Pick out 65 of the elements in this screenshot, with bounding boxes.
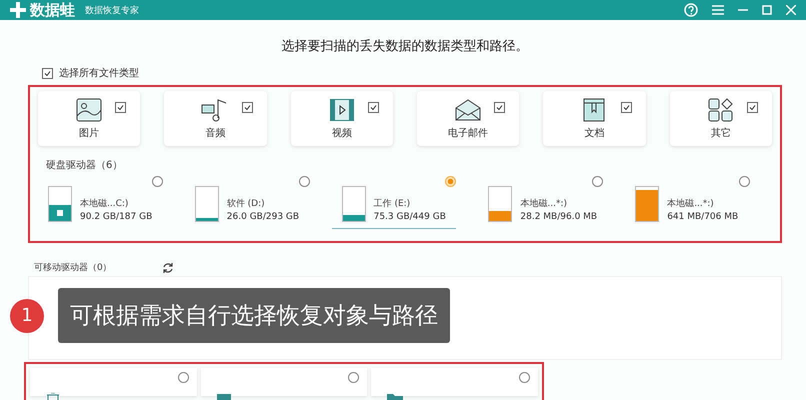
radio-button[interactable]	[592, 176, 604, 187]
drive-usage: 90.2 GB/187 GB	[80, 212, 152, 222]
close-icon[interactable]	[786, 5, 796, 15]
radio-button[interactable]	[348, 372, 360, 383]
section-title: 硬盘驱动器（6）	[46, 159, 124, 172]
radio-button[interactable]	[178, 372, 189, 383]
drive-item[interactable]: 本地磁...C:) 90.2 GB/187 GB	[38, 176, 163, 229]
drive-item[interactable]: 本地磁...*:) 28.2 MB/96.0 MB	[478, 176, 604, 229]
film-icon	[328, 98, 355, 122]
file-type-card[interactable]: 视频	[290, 91, 393, 146]
folder-icon	[387, 393, 404, 400]
radio-button[interactable]	[298, 176, 310, 187]
file-type-card[interactable]: 其它	[670, 91, 772, 146]
checkbox[interactable]	[368, 102, 379, 113]
help-icon[interactable]	[684, 3, 698, 17]
drive-usage: 26.0 GB/293 GB	[226, 212, 300, 222]
drive-usage: 641 MB/706 MB	[667, 212, 738, 222]
drive-usage: 75.3 GB/449 GB	[374, 212, 446, 222]
windows-icon	[57, 210, 63, 216]
app-subtitle: 数据恢复专家	[85, 4, 139, 16]
page-heading: 选择要扫描的丢失数据的数据类型和路径。	[280, 38, 530, 56]
drive-usage: 28.2 MB/96.0 MB	[520, 212, 598, 222]
file-type-label: 电子邮件	[448, 126, 488, 140]
checkbox[interactable]	[42, 68, 53, 78]
file-type-label: 音频	[205, 126, 226, 140]
minimize-icon[interactable]	[738, 9, 748, 11]
radio-button[interactable]	[738, 176, 750, 187]
checkbox[interactable]	[494, 102, 506, 113]
checkbox[interactable]	[747, 102, 758, 113]
file-type-label: 其它	[710, 126, 731, 140]
drive-item[interactable]: 本地磁...*:) 641 MB/706 MB	[625, 176, 750, 229]
book-icon	[582, 98, 606, 122]
file-type-card[interactable]: 音频	[164, 91, 267, 146]
drive-item[interactable]: 软件 (D:) 26.0 GB/293 GB	[184, 176, 310, 229]
apps-grid-icon	[708, 98, 734, 122]
drive-name: 本地磁...*:)	[520, 198, 568, 210]
app-name: 数据蛙	[30, 0, 75, 20]
file-type-label: 文档	[584, 126, 604, 140]
checkbox[interactable]	[242, 102, 253, 113]
monitor-icon	[216, 393, 231, 400]
section-title: 可移动驱动器（0）	[34, 262, 112, 274]
drive-name: 工作 (E:)	[374, 198, 412, 210]
drive-name: 本地磁...*:)	[667, 198, 715, 210]
radio-button[interactable]	[519, 372, 530, 383]
checkbox[interactable]	[115, 102, 126, 113]
menu-icon[interactable]	[712, 5, 724, 15]
cross-logo-icon	[10, 2, 26, 18]
drive-name: 本地磁...C:)	[80, 198, 130, 210]
radio-button[interactable]	[152, 176, 163, 187]
file-type-label: 视频	[332, 126, 352, 140]
annotation-caption: 可根据需求自行选择恢复对象与路径	[58, 288, 450, 343]
maximize-icon[interactable]	[762, 5, 772, 15]
file-type-card[interactable]: 电子邮件	[417, 91, 520, 146]
trash-icon	[46, 393, 60, 400]
file-type-card[interactable]: 图片	[38, 91, 140, 146]
refresh-icon[interactable]	[162, 262, 174, 274]
file-type-card[interactable]: 文档	[543, 91, 646, 146]
select-all-label: 选择所有文件类型	[59, 66, 139, 80]
drive-item[interactable]: 工作 (E:) 75.3 GB/449 GB	[332, 176, 456, 229]
checkbox[interactable]	[620, 102, 632, 113]
envelope-icon	[454, 98, 482, 122]
image-icon	[76, 98, 102, 122]
file-type-label: 图片	[79, 126, 100, 140]
radio-button[interactable]	[445, 176, 456, 187]
drive-name: 软件 (D:)	[226, 198, 266, 210]
